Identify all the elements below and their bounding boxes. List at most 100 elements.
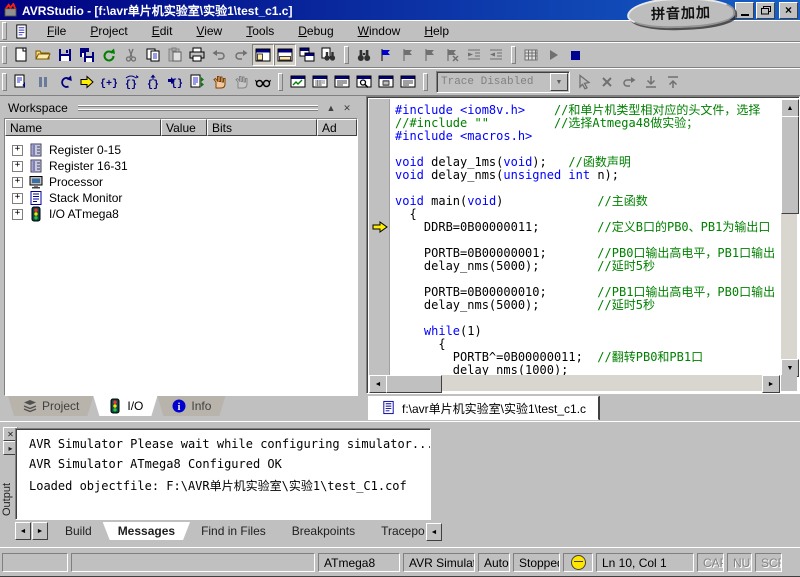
scroll-up-button[interactable]: ▲ bbox=[781, 99, 799, 117]
expand-toggle[interactable]: + bbox=[12, 209, 23, 220]
toolbar-main-grip[interactable] bbox=[2, 46, 7, 64]
tree-item[interactable]: +Register 16-31 bbox=[5, 158, 357, 174]
scroll-right-button[interactable]: ► bbox=[762, 375, 780, 393]
menu-debug[interactable]: Debug bbox=[286, 22, 345, 40]
trace-into-button[interactable] bbox=[10, 71, 32, 93]
menu-tools[interactable]: Tools bbox=[234, 22, 286, 40]
find-button[interactable] bbox=[353, 44, 375, 66]
find-in-files-button[interactable] bbox=[318, 44, 340, 66]
reset-button[interactable] bbox=[54, 71, 76, 93]
expand-toggle[interactable]: + bbox=[12, 177, 23, 188]
print-button[interactable] bbox=[186, 44, 208, 66]
peripheral-window-button[interactable] bbox=[353, 71, 375, 93]
column-header-value[interactable]: Value bbox=[161, 119, 207, 136]
mdi-child-icon[interactable] bbox=[14, 24, 29, 39]
menu-file[interactable]: File bbox=[35, 22, 78, 40]
expand-toggle[interactable]: + bbox=[12, 161, 23, 172]
menu-window[interactable]: Window bbox=[346, 22, 413, 40]
editor-horizontal-scrollbar[interactable]: ◄ ► bbox=[369, 375, 780, 391]
tree-item[interactable]: +Stack Monitor bbox=[5, 190, 357, 206]
toggle-breakpoint-button[interactable] bbox=[208, 71, 230, 93]
tab-breakpoints[interactable]: Breakpoints bbox=[277, 522, 370, 540]
svg-text:{}: {} bbox=[147, 79, 159, 90]
code-line[interactable]: delay_nms(5000); //延时5秒 bbox=[395, 299, 780, 312]
toggle-output-button[interactable] bbox=[274, 44, 296, 66]
expand-toggle[interactable]: + bbox=[12, 193, 23, 204]
processor-window-button[interactable] bbox=[375, 71, 397, 93]
status-cell-left bbox=[2, 553, 68, 572]
code-line[interactable]: while(1) bbox=[395, 325, 780, 338]
code-line[interactable]: void main(void) //主函数 bbox=[395, 195, 780, 208]
menu-grip[interactable] bbox=[2, 22, 7, 40]
cascade-windows-button[interactable] bbox=[296, 44, 318, 66]
close-panel-button[interactable]: ✕ bbox=[340, 102, 354, 115]
editor-vertical-scrollbar[interactable]: ▲ ▼ bbox=[781, 99, 797, 377]
tab-i-o[interactable]: I/O bbox=[93, 396, 157, 416]
run-to-cursor-button[interactable]: {} bbox=[164, 71, 186, 93]
pause-button[interactable] bbox=[32, 71, 54, 93]
menu-project[interactable]: Project bbox=[78, 22, 139, 40]
tabs-scroll-right-button[interactable]: ► bbox=[32, 522, 48, 540]
collapse-panel-button[interactable]: ▲ bbox=[324, 102, 338, 115]
close-button[interactable]: × bbox=[779, 2, 798, 19]
tree-item[interactable]: +Register 0-15 bbox=[5, 142, 357, 158]
copy-button[interactable] bbox=[142, 44, 164, 66]
toolbar-debug-grip[interactable] bbox=[2, 73, 7, 91]
tabs-scroll-left-button-2[interactable]: ◄ bbox=[426, 523, 442, 541]
code-editor[interactable]: #include <iom8v.h> //和单片机类型相对应的头文件，选择//#… bbox=[366, 96, 800, 394]
column-header-ad[interactable]: Ad bbox=[317, 119, 357, 136]
step-into-button[interactable]: {+} bbox=[98, 71, 120, 93]
open-file-button[interactable] bbox=[32, 44, 54, 66]
regbook-icon bbox=[28, 158, 44, 174]
column-header-name[interactable]: Name bbox=[5, 119, 161, 136]
code-line[interactable]: delay_nms(5000); //延时5秒 bbox=[395, 260, 780, 273]
output-console[interactable]: AVR Simulator Please wait while configur… bbox=[15, 428, 431, 520]
toggle-workspace-button[interactable] bbox=[252, 44, 274, 66]
minimize-button[interactable] bbox=[735, 2, 754, 19]
message-window-button[interactable] bbox=[397, 71, 419, 93]
workspace-header-grip[interactable] bbox=[78, 105, 318, 112]
save-all-button[interactable] bbox=[76, 44, 98, 66]
auto-step-button[interactable] bbox=[186, 71, 208, 93]
current-statement-arrow bbox=[371, 221, 389, 233]
menu-edit[interactable]: Edit bbox=[140, 22, 185, 40]
tab-label: Breakpoints bbox=[292, 524, 355, 538]
quickwatch-button[interactable] bbox=[252, 71, 274, 93]
restore-button[interactable] bbox=[756, 2, 775, 19]
step-over-button[interactable]: {} bbox=[120, 71, 142, 93]
workspace-header: Workspace ▲ ✕ bbox=[4, 100, 356, 116]
memory-window-button[interactable] bbox=[309, 71, 331, 93]
menu-help[interactable]: Help bbox=[412, 22, 461, 40]
toolbar-separator bbox=[511, 46, 516, 64]
reload-button[interactable] bbox=[98, 44, 120, 66]
tab-build[interactable]: Build bbox=[50, 522, 107, 540]
horizontal-scroll-thumb[interactable] bbox=[386, 375, 442, 393]
step-out-button[interactable]: {} bbox=[142, 71, 164, 93]
tab-messages[interactable]: Messages bbox=[103, 522, 190, 540]
code-line[interactable]: #include <macros.h> bbox=[395, 130, 780, 143]
code-line[interactable]: DDRB=0B00000011; //定义B口的PB0、PB1为输出口 bbox=[395, 221, 780, 234]
tab-find-in-files[interactable]: Find in Files bbox=[186, 522, 281, 540]
toolbar-separator bbox=[423, 73, 428, 91]
show-next-statement-button[interactable] bbox=[76, 71, 98, 93]
code-lines[interactable]: #include <iom8v.h> //和单片机类型相对应的头文件，选择//#… bbox=[395, 104, 780, 380]
tree-item[interactable]: +Processor bbox=[5, 174, 357, 190]
tree-item[interactable]: +I/O ATmega8 bbox=[5, 206, 357, 222]
tab-tracepo[interactable]: Tracepo bbox=[366, 522, 433, 540]
column-header-bits[interactable]: Bits bbox=[207, 119, 317, 136]
expand-toggle[interactable]: + bbox=[12, 145, 23, 156]
scroll-left-button[interactable]: ◄ bbox=[369, 375, 387, 393]
tabs-scroll-left-button[interactable]: ◄ bbox=[15, 522, 31, 540]
menu-view[interactable]: View bbox=[184, 22, 234, 40]
stop-button[interactable] bbox=[564, 44, 586, 66]
tab-project[interactable]: Project bbox=[8, 396, 93, 416]
register-window-button[interactable] bbox=[331, 71, 353, 93]
save-file-button[interactable] bbox=[54, 44, 76, 66]
code-line[interactable]: void delay_nms(unsigned int n); bbox=[395, 169, 780, 182]
file-tab[interactable]: f:\avr单片机实验室\实验1\test_c1.c bbox=[368, 396, 599, 420]
watch-window-button[interactable] bbox=[287, 71, 309, 93]
tab-info[interactable]: iInfo bbox=[157, 396, 225, 416]
toggle-bookmark-button[interactable] bbox=[375, 44, 397, 66]
vertical-scroll-thumb[interactable] bbox=[781, 116, 799, 214]
new-file-button[interactable] bbox=[10, 44, 32, 66]
